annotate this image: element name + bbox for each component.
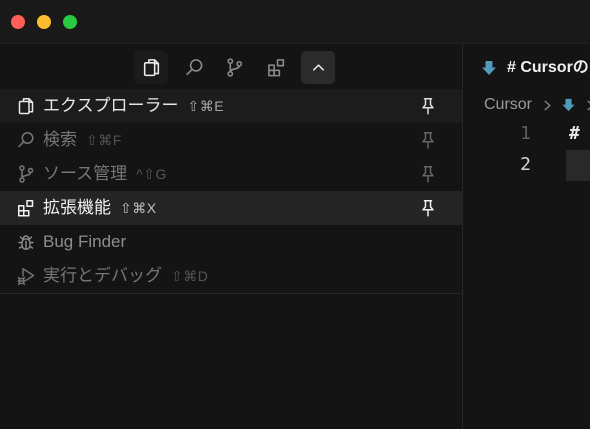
extensions-icon bbox=[266, 57, 287, 78]
view-item-label: Bug Finder bbox=[43, 232, 127, 251]
source-control-icon bbox=[16, 164, 36, 184]
line-number: 2 bbox=[520, 154, 531, 175]
run-debug-icon bbox=[16, 266, 36, 286]
search-icon bbox=[184, 57, 205, 78]
source-control-icon bbox=[224, 57, 245, 78]
code-line[interactable]: 1 # bbox=[463, 118, 590, 149]
view-item-search[interactable]: 検索 ⇧⌘F bbox=[0, 123, 462, 157]
view-item-shortcut: ⇧⌘E bbox=[187, 98, 225, 114]
view-item-label: 拡張機能 bbox=[43, 198, 111, 217]
files-icon bbox=[141, 57, 162, 78]
pin-icon[interactable] bbox=[420, 97, 436, 115]
sidebar: エクスプローラー ⇧⌘E 検索 ⇧⌘F ソース管理 ^⇧G 拡張機能 ⇧⌘X B… bbox=[0, 44, 463, 429]
activity-bar bbox=[0, 44, 462, 89]
view-item-bug-finder[interactable]: Bug Finder bbox=[0, 225, 462, 259]
bug-icon bbox=[16, 232, 36, 252]
view-item-run-and-debug[interactable]: 実行とデバッグ ⇧⌘D bbox=[0, 259, 462, 293]
pin-icon[interactable] bbox=[420, 165, 436, 183]
editor-group: # Cursorの Cursor 1 # 2 bbox=[463, 44, 590, 429]
files-icon bbox=[16, 96, 36, 116]
editor-tab[interactable]: # Cursorの bbox=[463, 44, 590, 90]
explorer-activity-button[interactable] bbox=[134, 51, 168, 84]
tab-title: # Cursorの bbox=[507, 59, 589, 76]
pin-icon[interactable] bbox=[420, 199, 436, 217]
view-item-source-control[interactable]: ソース管理 ^⇧G bbox=[0, 157, 462, 191]
pin-icon[interactable] bbox=[420, 131, 436, 149]
views-menu-toggle-button[interactable] bbox=[301, 51, 335, 84]
view-item-label: ソース管理 bbox=[43, 164, 128, 183]
chevron-right-icon bbox=[584, 99, 590, 112]
view-item-extensions[interactable]: 拡張機能 ⇧⌘X bbox=[0, 191, 462, 225]
view-item-label: エクスプローラー bbox=[43, 96, 179, 115]
markdown-icon[interactable] bbox=[562, 98, 575, 112]
breadcrumb: Cursor bbox=[484, 95, 590, 115]
line-content[interactable]: # bbox=[569, 118, 580, 149]
view-item-shortcut: ⇧⌘F bbox=[86, 132, 122, 148]
chevron-right-icon bbox=[541, 99, 554, 112]
view-item-explorer[interactable]: エクスプローラー ⇧⌘E bbox=[0, 89, 462, 123]
breadcrumb-folder[interactable]: Cursor bbox=[484, 95, 532, 115]
minimize-window-button[interactable] bbox=[37, 15, 51, 29]
view-item-shortcut: ⇧⌘X bbox=[120, 200, 157, 216]
current-line-highlight bbox=[566, 150, 590, 181]
view-item-shortcut: ^⇧G bbox=[136, 166, 167, 182]
view-item-shortcut: ⇧⌘D bbox=[171, 268, 209, 284]
markdown-icon bbox=[482, 60, 496, 76]
line-number: 1 bbox=[520, 123, 531, 144]
code-editor[interactable]: 1 # 2 bbox=[463, 118, 590, 181]
code-line[interactable]: 2 bbox=[463, 149, 590, 181]
view-item-label: 検索 bbox=[43, 130, 77, 149]
extensions-activity-button[interactable] bbox=[259, 51, 293, 84]
zoom-window-button[interactable] bbox=[63, 15, 77, 29]
title-bar bbox=[0, 0, 590, 44]
search-activity-button[interactable] bbox=[177, 51, 211, 84]
search-icon bbox=[16, 130, 36, 150]
views-menu: エクスプローラー ⇧⌘E 検索 ⇧⌘F ソース管理 ^⇧G 拡張機能 ⇧⌘X B… bbox=[0, 89, 462, 294]
close-window-button[interactable] bbox=[11, 15, 25, 29]
view-item-label: 実行とデバッグ bbox=[43, 266, 162, 285]
source-control-activity-button[interactable] bbox=[217, 51, 251, 84]
extensions-icon bbox=[16, 198, 36, 218]
chevron-up-icon bbox=[309, 58, 328, 77]
